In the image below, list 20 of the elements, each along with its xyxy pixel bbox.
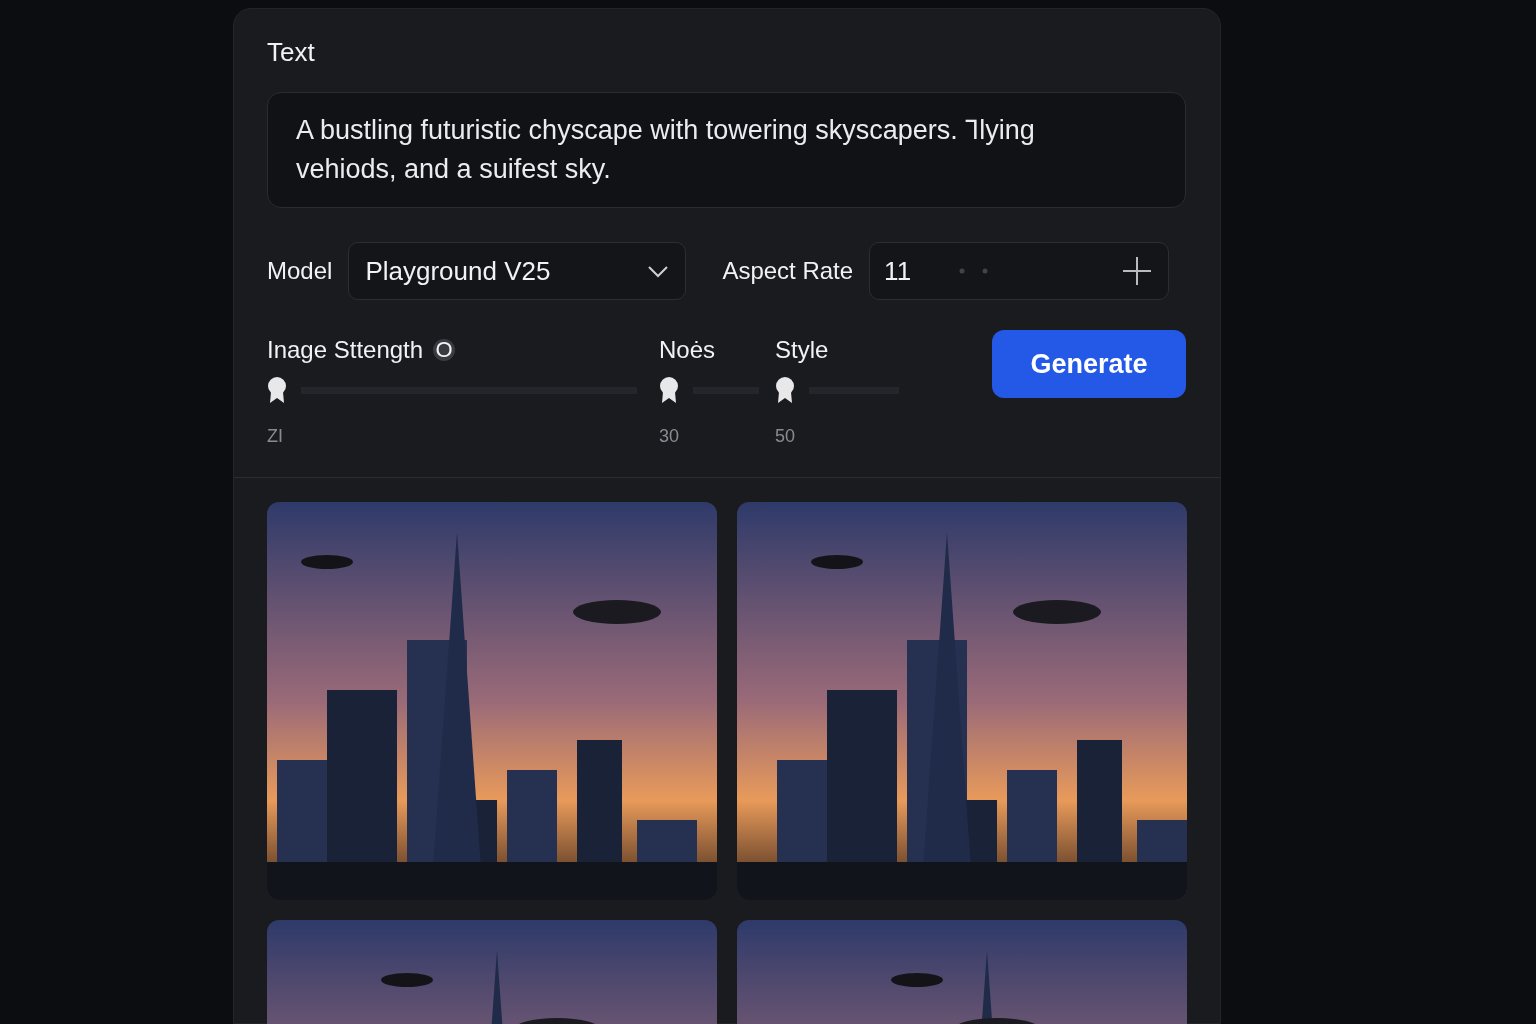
prompt-field[interactable]: A bustling futuristic chyscape with towering skyscapers. Ꞁlying vehiods, and a suifest sky. xyxy=(267,92,1186,208)
slider-label: Inage Sttength xyxy=(267,336,424,364)
slider-value: 30 xyxy=(659,426,680,447)
aspect-rate-label: Aspect Rate xyxy=(722,257,854,285)
slider-thumb[interactable] xyxy=(659,376,679,404)
slider-thumb[interactable] xyxy=(775,376,795,404)
slider-label: Noės xyxy=(659,336,716,364)
slider-thumb[interactable] xyxy=(267,376,287,404)
slider-value: 50 xyxy=(775,426,796,447)
slider-value: ZI xyxy=(267,426,283,447)
model-dropdown[interactable]: Playground V25 xyxy=(348,242,687,300)
chevron-down-icon xyxy=(647,264,670,278)
aspect-rate-field[interactable]: 11 xyxy=(869,242,1170,300)
info-badge: O xyxy=(433,339,456,361)
plus-icon[interactable] xyxy=(1122,256,1153,286)
prompt-label: Text xyxy=(267,37,316,68)
slider-label: Style xyxy=(775,336,829,364)
generate-button[interactable]: Generate xyxy=(992,330,1186,398)
dots-icon xyxy=(959,268,990,274)
model-label: Model xyxy=(267,257,333,285)
